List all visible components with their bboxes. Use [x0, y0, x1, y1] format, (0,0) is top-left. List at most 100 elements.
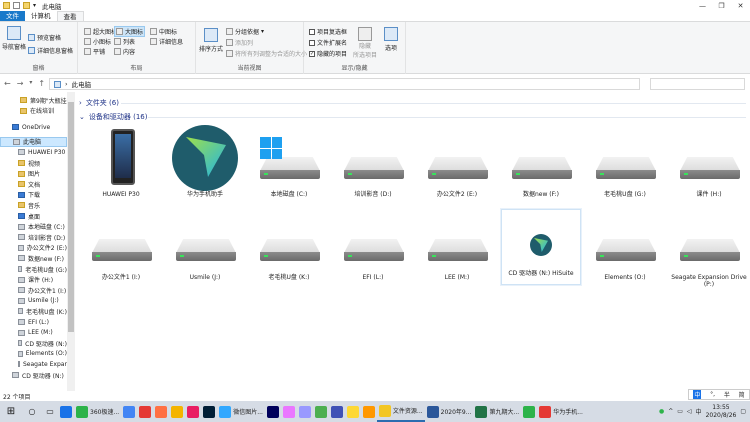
- wechat-tray-icon[interactable]: ●: [659, 408, 664, 415]
- sidebar-item[interactable]: HUAWEI P30: [0, 147, 67, 157]
- taskbar-app[interactable]: [153, 401, 169, 422]
- network-icon[interactable]: ▭: [677, 408, 683, 415]
- volume-icon[interactable]: ◁: [687, 408, 692, 415]
- tab-computer[interactable]: 计算机: [25, 11, 57, 21]
- device-tile[interactable]: 数据new (F:): [501, 127, 581, 203]
- sidebar-item[interactable]: 老毛桃U盘 (G:): [0, 264, 67, 274]
- back-icon[interactable]: ←: [4, 79, 11, 88]
- sidebar-item[interactable]: 下载: [0, 190, 67, 200]
- taskbar-app[interactable]: [201, 401, 217, 422]
- sidebar-item[interactable]: 音乐: [0, 200, 67, 210]
- sidebar-item[interactable]: 课件 (H:): [0, 275, 67, 285]
- sidebar-item[interactable]: 老毛桃U盘 (K:): [0, 306, 67, 316]
- sidebar-item[interactable]: 此电脑: [0, 136, 67, 147]
- sidebar-item[interactable]: Usmile (J:): [0, 296, 67, 306]
- tiles-option[interactable]: 平铺: [84, 47, 105, 56]
- search-button[interactable]: ○: [22, 401, 42, 422]
- taskbar-app[interactable]: 360极速...: [74, 401, 121, 422]
- size-columns-button[interactable]: 将所有列调整为合适的大小: [226, 49, 307, 58]
- tab-view[interactable]: 查看: [56, 11, 84, 21]
- search-input[interactable]: [650, 78, 745, 90]
- taskbar-app[interactable]: [121, 401, 137, 422]
- sidebar-item[interactable]: 培训影音 (D:): [0, 232, 67, 242]
- sidebar-scrollbar[interactable]: [67, 92, 75, 391]
- taskbar-app[interactable]: [345, 401, 361, 422]
- options-button[interactable]: 选项: [380, 27, 402, 52]
- sidebar-item[interactable]: CD 驱动器 (N:): [0, 370, 67, 380]
- taskbar-app[interactable]: [169, 401, 185, 422]
- extra-large-icons-option[interactable]: 超大图标: [84, 27, 117, 36]
- scrollbar-thumb[interactable]: [68, 102, 74, 332]
- sidebar-item[interactable]: 文档: [0, 179, 67, 189]
- dropdown-icon[interactable]: ▾: [33, 2, 36, 9]
- taskbar-app[interactable]: [361, 401, 377, 422]
- minimize-button[interactable]: —: [693, 0, 712, 11]
- device-tile[interactable]: LEE (M:): [417, 209, 497, 285]
- up-icon[interactable]: ↑: [38, 79, 45, 88]
- taskbar-app[interactable]: [281, 401, 297, 422]
- file-extensions-toggle[interactable]: 文件扩展名: [309, 38, 347, 47]
- device-tile[interactable]: Seagate Expansion Drive (P:): [669, 209, 749, 288]
- sidebar-item[interactable]: 本地磁盘 (C:): [0, 222, 67, 232]
- device-tile[interactable]: Usmile (J:): [165, 209, 245, 285]
- taskbar-app[interactable]: [265, 401, 281, 422]
- taskbar-app[interactable]: [521, 401, 537, 422]
- folders-section-header[interactable]: › 文件夹 (6): [79, 98, 119, 108]
- device-tile[interactable]: 老毛桃U盘 (G:): [585, 127, 665, 203]
- devices-section-header[interactable]: ⌄ 设备和驱动器 (16): [79, 112, 147, 122]
- taskbar-app[interactable]: 华为手机...: [537, 401, 585, 422]
- breadcrumb[interactable]: 此电脑: [72, 79, 92, 89]
- sidebar-item[interactable]: CD 驱动器 (N:): [0, 338, 67, 348]
- large-icons-option[interactable]: 大图标: [114, 26, 146, 37]
- device-tile[interactable]: 办公文件2 (E:): [417, 127, 497, 203]
- list-option[interactable]: 列表: [114, 37, 135, 46]
- sidebar-item[interactable]: 图片: [0, 169, 67, 179]
- start-button[interactable]: ⊞: [0, 401, 22, 422]
- device-tile[interactable]: 培训影音 (D:): [333, 127, 413, 203]
- taskbar-app[interactable]: [185, 401, 201, 422]
- clock[interactable]: 13:55 2020/8/26: [706, 404, 737, 420]
- properties-icon[interactable]: [13, 2, 20, 9]
- maximize-button[interactable]: ❐: [712, 0, 731, 11]
- recent-locations-icon[interactable]: ▾: [29, 79, 32, 88]
- sidebar-item[interactable]: 数据new (F:): [0, 253, 67, 263]
- small-icons-option[interactable]: 小图标: [84, 37, 111, 46]
- taskbar-app[interactable]: 2020年9...: [425, 401, 474, 422]
- sidebar-item[interactable]: 在线培训: [0, 106, 67, 116]
- device-tile[interactable]: EFI (L:): [333, 209, 413, 285]
- sidebar-item[interactable]: OneDrive: [0, 122, 67, 132]
- tab-file[interactable]: 文件: [0, 11, 25, 21]
- show-hidden-icons-icon[interactable]: ^: [668, 408, 673, 415]
- group-by-button[interactable]: 分组依据 ▾: [226, 27, 264, 36]
- sort-by-button[interactable]: 排序方式: [199, 28, 223, 53]
- taskbar-app[interactable]: 微信图片...: [217, 401, 265, 422]
- device-tile[interactable]: 课件 (H:): [669, 127, 749, 203]
- sidebar-item[interactable]: EFI (L:): [0, 317, 67, 327]
- sidebar-item[interactable]: 视频: [0, 158, 67, 168]
- sidebar-item[interactable]: 办公文件1 (I:): [0, 285, 67, 295]
- notification-icon[interactable]: ▢: [740, 408, 746, 415]
- content-option[interactable]: 内容: [114, 47, 135, 56]
- taskbar-app[interactable]: [297, 401, 313, 422]
- device-tile[interactable]: 办公文件1 (I:): [81, 209, 161, 285]
- new-folder-icon[interactable]: [23, 2, 30, 9]
- sidebar-item[interactable]: LEE (M:): [0, 328, 67, 338]
- taskbar-app[interactable]: [313, 401, 329, 422]
- add-columns-button[interactable]: 添加列: [226, 38, 253, 47]
- sidebar-item[interactable]: 办公文件2 (E:): [0, 243, 67, 253]
- forward-icon[interactable]: →: [17, 79, 24, 88]
- taskbar-app[interactable]: 第九期大...: [473, 401, 521, 422]
- sidebar-item[interactable]: 桌面: [0, 211, 67, 221]
- details-option[interactable]: 详细信息: [150, 37, 183, 46]
- device-tile[interactable]: 华为手机助手: [165, 125, 245, 203]
- hide-selected-button[interactable]: 隐藏 所选项目: [352, 27, 378, 59]
- sidebar-item[interactable]: Seagate Expan: [0, 359, 68, 369]
- item-checkboxes-toggle[interactable]: 项目复选框: [309, 27, 347, 36]
- details-pane-button[interactable]: 详细信息窗格: [28, 46, 73, 55]
- sidebar-item[interactable]: Elements (O:): [0, 349, 67, 359]
- close-button[interactable]: ✕: [731, 0, 750, 11]
- taskbar-app[interactable]: [137, 401, 153, 422]
- device-tile[interactable]: 本地磁盘 (C:): [249, 127, 329, 203]
- taskbar-app[interactable]: [329, 401, 345, 422]
- taskbar-app[interactable]: 文件资源...: [376, 401, 425, 422]
